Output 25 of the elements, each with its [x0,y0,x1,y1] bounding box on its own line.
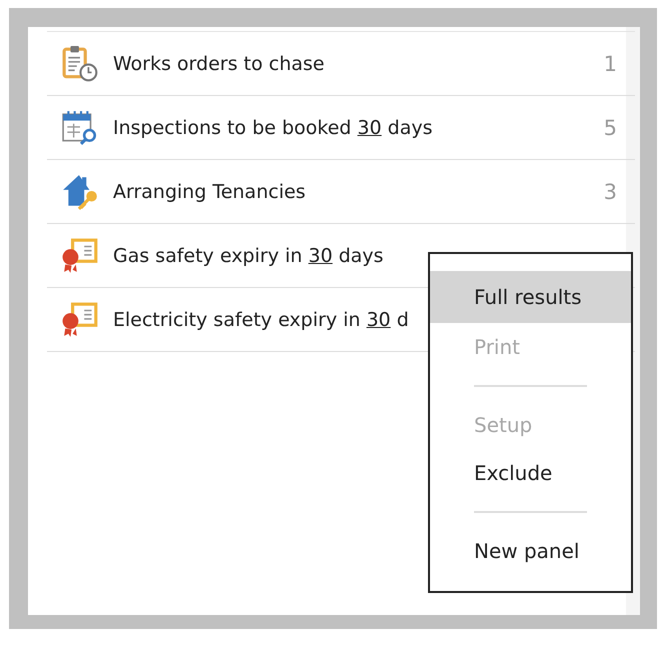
row-label: Electricity safety expiry in [113,308,362,330]
row-label: days [386,116,432,138]
list-row[interactable]: Works orders to chase 1 [47,32,635,96]
menu-item[interactable]: New panel [430,527,631,575]
row-label: Inspections to be booked [113,116,352,138]
row-count: 5 [604,116,617,140]
menu-item[interactable]: Exclude [430,449,631,497]
house-key-icon [61,172,99,210]
days-link[interactable]: 30 [366,308,391,330]
list-row[interactable]: Arranging Tenancies 3 [47,160,635,224]
calendar-search-icon [61,108,99,146]
days-link[interactable]: 30 [308,244,333,266]
row-label: Arranging Tenancies [113,180,306,202]
days-link[interactable]: 30 [357,116,382,138]
certificate-icon [61,300,99,338]
row-label: days [338,244,384,266]
row-count: 1 [604,52,617,76]
row-count: 3 [604,180,617,204]
row-label: Gas safety expiry in [113,244,304,266]
certificate-icon [61,236,99,274]
clipboard-clock-icon [61,44,99,82]
row-label: d [396,308,409,330]
list-row[interactable]: Inspections to be booked 30 days 5 [47,96,635,160]
row-label: Works orders to chase [113,52,324,74]
menu-item[interactable]: Full results [430,271,631,323]
